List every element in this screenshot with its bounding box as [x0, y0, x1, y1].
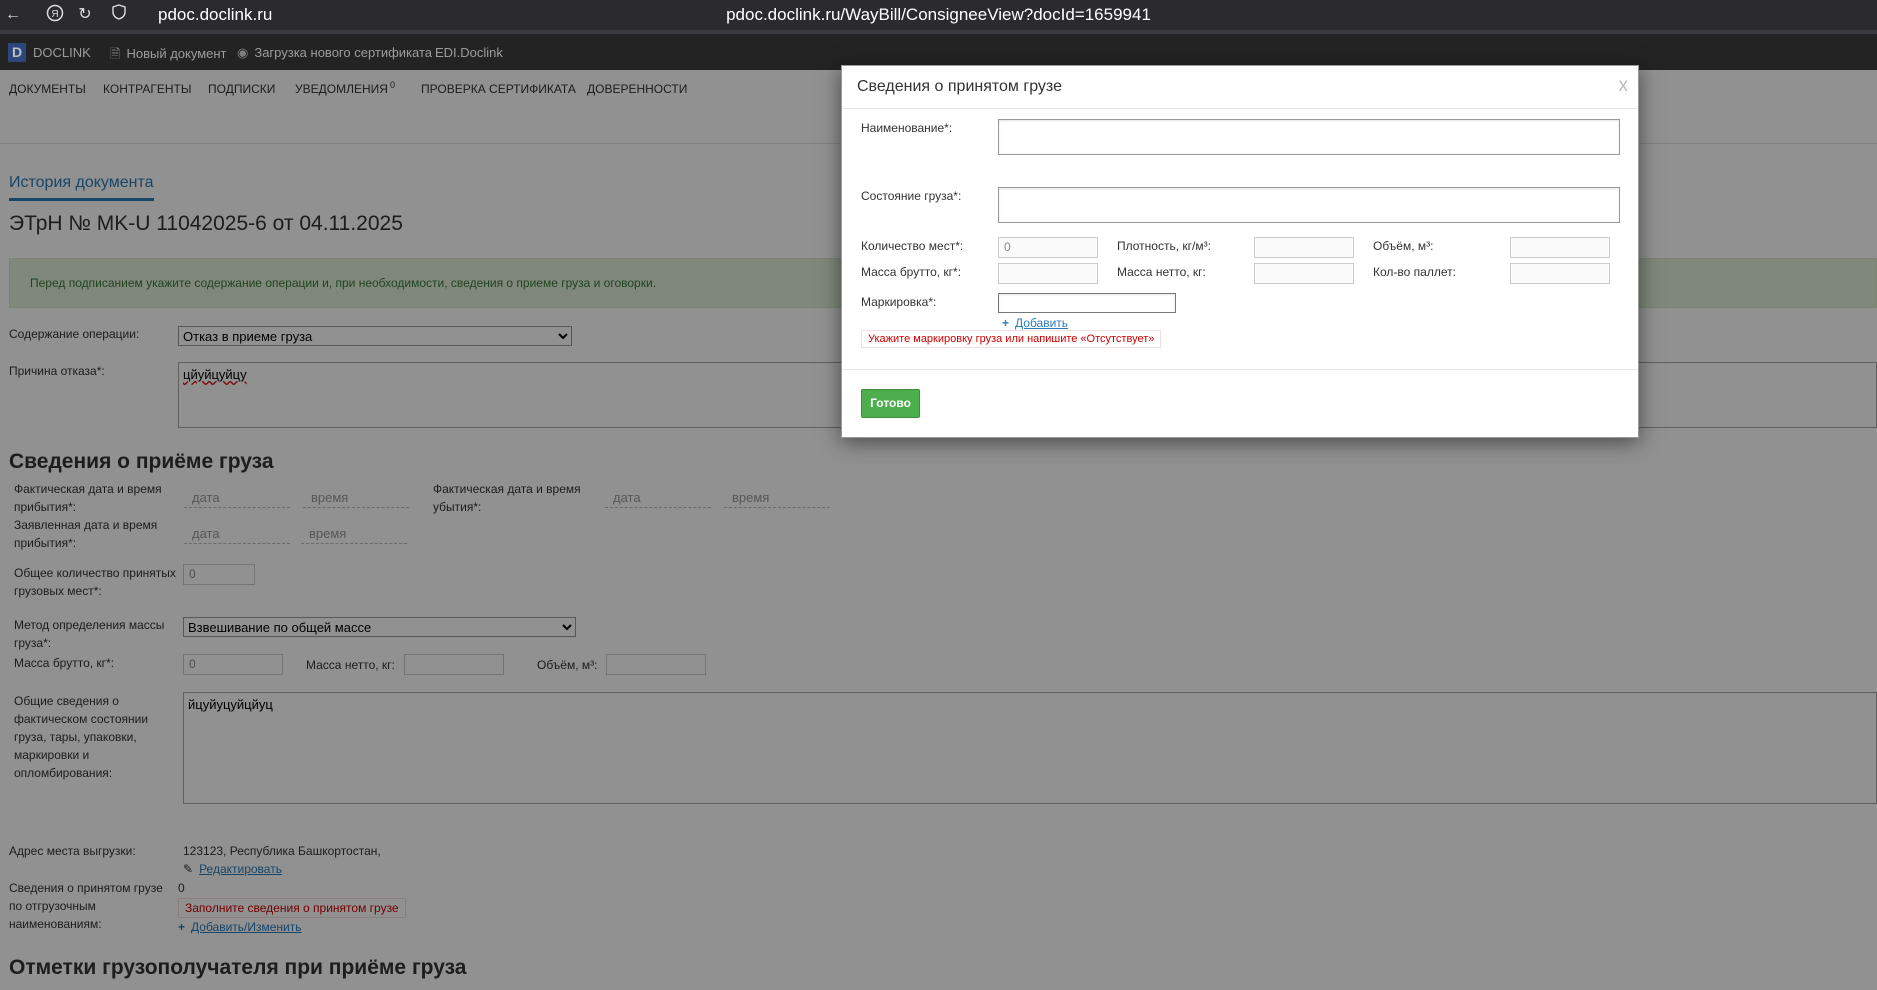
- pallets-label: Кол-во паллет:: [1373, 265, 1456, 279]
- modal-volume-label: Объём, м³:: [1373, 239, 1434, 253]
- cargo-state-label: Состояние груза*:: [861, 189, 962, 203]
- address-url[interactable]: pdoc.doclink.ru/WayBill/ConsigneeView?do…: [0, 5, 1877, 25]
- marking-input[interactable]: [998, 293, 1176, 313]
- modal-net-label: Масса нетто, кг:: [1117, 265, 1206, 279]
- pallets-input[interactable]: [1510, 263, 1610, 284]
- cargo-name-input[interactable]: [998, 119, 1620, 155]
- modal-gross-input[interactable]: [998, 263, 1098, 284]
- modal-gross-label: Масса брутто, кг*:: [861, 265, 962, 279]
- places-label: Количество мест*:: [861, 239, 964, 253]
- add-marking-label: Добавить: [1015, 316, 1069, 330]
- cargo-received-modal: Сведения о принятом грузе x Наименование…: [841, 65, 1639, 438]
- marking-label: Маркировка*:: [861, 295, 937, 309]
- cargo-state-input[interactable]: [998, 187, 1620, 223]
- cargo-name-label: Наименование*:: [861, 121, 953, 135]
- marking-error: Укажите маркировку груза или напишите «О…: [861, 330, 1162, 348]
- modal-net-input[interactable]: [1254, 263, 1354, 284]
- modal-volume-input[interactable]: [1510, 237, 1610, 258]
- density-input[interactable]: [1254, 237, 1354, 258]
- done-button[interactable]: Готово: [861, 389, 920, 418]
- add-marking-link[interactable]: + Добавить: [1002, 316, 1068, 330]
- close-icon[interactable]: x: [1619, 75, 1629, 97]
- browser-bar: ← Я ↻ pdoc.doclink.ru pdoc.doclink.ru/Wa…: [0, 0, 1877, 30]
- density-label: Плотность, кг/м³:: [1117, 239, 1211, 253]
- modal-title: Сведения о принятом грузе: [857, 78, 1062, 95]
- plus-icon: +: [1002, 316, 1010, 330]
- modal-header: Сведения о принятом грузе x: [842, 66, 1638, 109]
- modal-footer: [842, 369, 1638, 370]
- places-input[interactable]: 0: [998, 237, 1098, 258]
